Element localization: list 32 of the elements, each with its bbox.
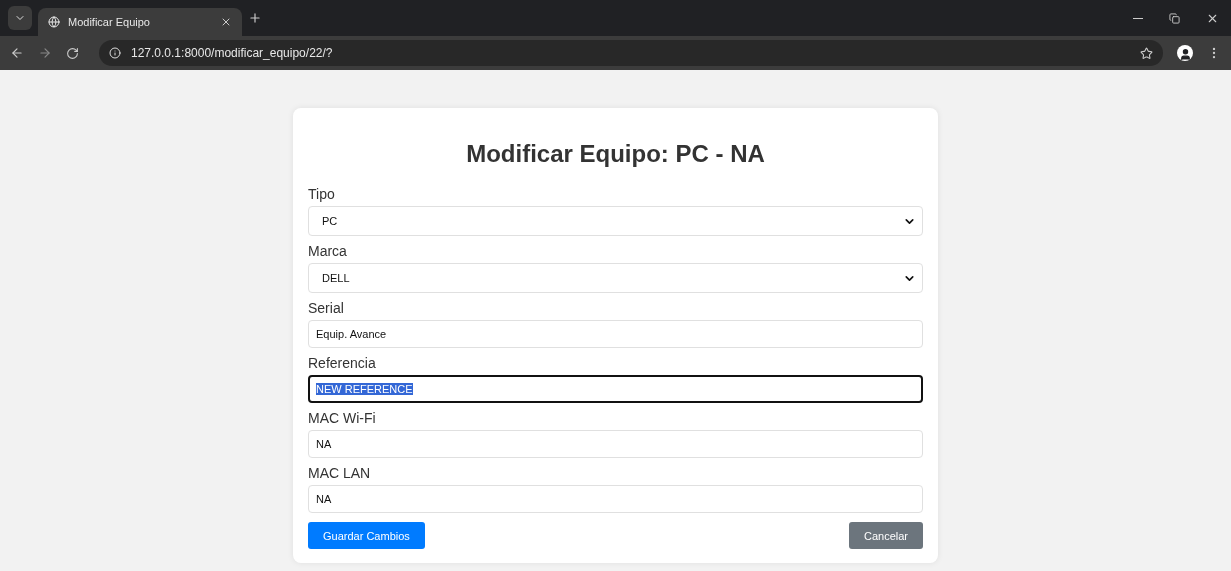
tab-list-button[interactable] [8,6,32,30]
field-label: MAC LAN [308,465,372,481]
url-text: 127.0.0.1:8000/modificar_equipo/22/? [131,46,334,60]
input-field[interactable]: NA [308,430,923,458]
field-label: Serial [308,300,345,316]
input-field[interactable]: NEW REFERENCE [308,375,923,403]
minimize-icon [1133,17,1143,19]
field-label: Tipo [308,186,336,202]
reload-button[interactable] [66,46,79,60]
select-field[interactable]: PC [308,206,923,236]
tab-title: Modificar Equipo [68,16,151,28]
address-bar[interactable]: 127.0.0.1:8000/modificar_equipo/22/? [99,40,1163,66]
save-button[interactable]: Guardar Cambios [308,522,425,549]
field-label: Marca [308,243,348,259]
info-icon [109,47,121,59]
restore-button[interactable] [1169,12,1180,24]
globe-icon [48,16,60,28]
field-label: Referencia [308,355,377,371]
cancel-button[interactable]: Cancelar [848,522,923,549]
field-label: MAC Wi-Fi [308,410,377,426]
new-tab-button[interactable] [248,11,262,25]
back-button[interactable] [10,46,24,60]
browser-tab[interactable]: Modificar Equipo [38,8,242,36]
form-title: Modificar Equipo: PC - NA [465,140,766,168]
close-tab-button[interactable] [220,16,232,28]
input-field[interactable]: NA [308,485,923,513]
select-field[interactable]: DELL [308,263,923,293]
minimize-button[interactable] [1133,17,1143,19]
input-field[interactable]: Equip. Avance [308,320,923,348]
profile-avatar[interactable] [1177,45,1193,61]
bookmark-star-button[interactable] [1140,46,1153,60]
forward-button[interactable] [38,46,52,60]
